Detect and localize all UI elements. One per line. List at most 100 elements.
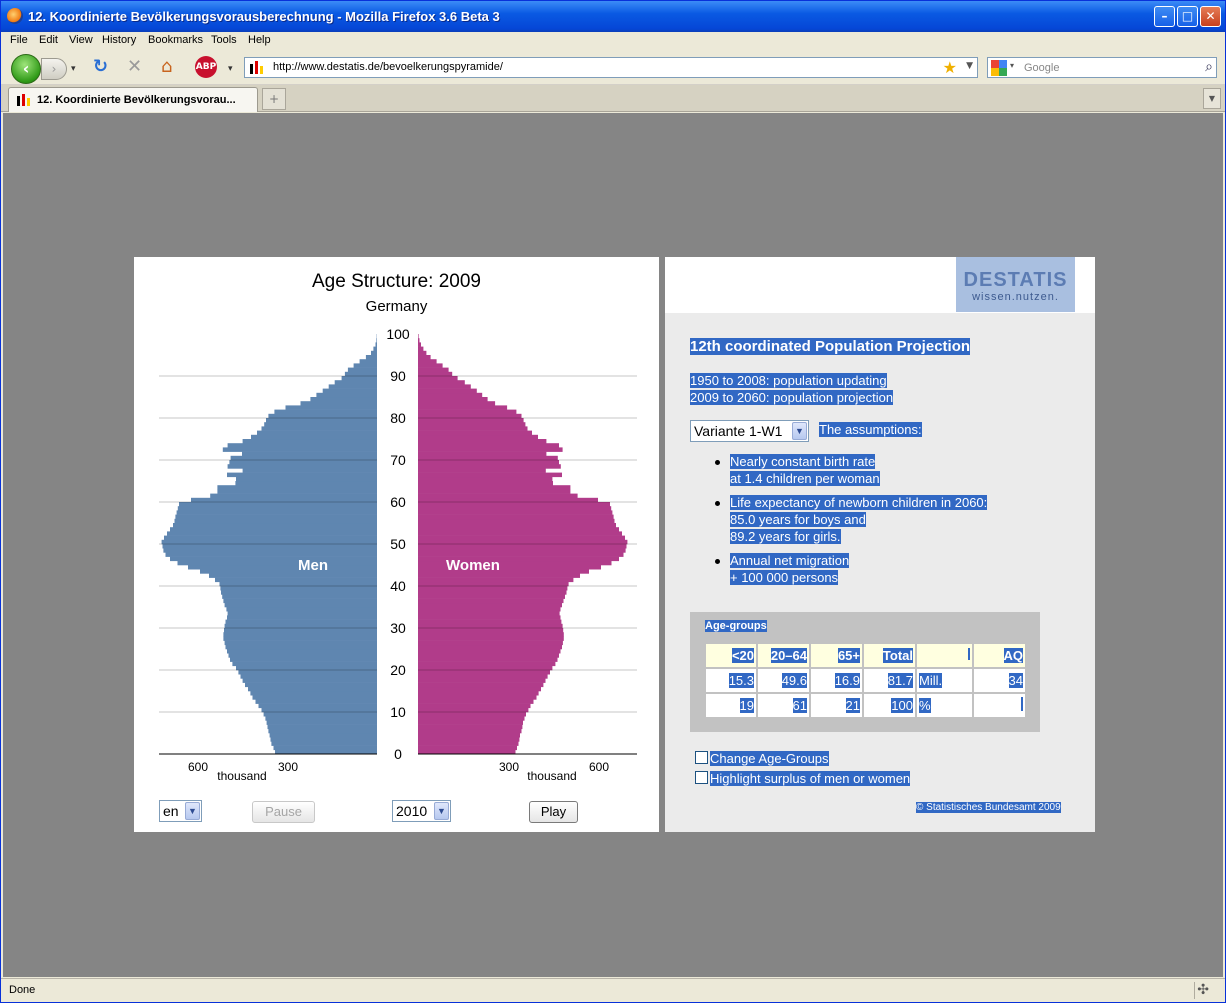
- year-select[interactable]: 2010 ▼: [392, 800, 451, 822]
- list-item: Annual net migration + 100 000 persons: [709, 552, 987, 586]
- women-bar-age-9: [418, 712, 526, 717]
- tab-list-button[interactable]: ▼: [1203, 88, 1221, 109]
- cell-aq: 34: [1008, 673, 1023, 688]
- home-icon[interactable]: ⌂: [161, 57, 172, 77]
- women-bar-age-75: [418, 434, 538, 440]
- men-bar-age-73: [227, 443, 377, 448]
- close-button[interactable]: ✕: [1200, 6, 1221, 27]
- women-bar-age-73: [418, 443, 559, 448]
- men-bar-age-57: [176, 510, 377, 515]
- search-box[interactable]: ▾ Google ⌕: [987, 57, 1217, 78]
- menu-view[interactable]: View: [69, 34, 93, 46]
- assumption-3-line-1: Annual net migration: [730, 553, 850, 568]
- tab-title[interactable]: 12. Koordinierte Bevölkerungsvorau...: [37, 94, 236, 106]
- url-dropdown-icon[interactable]: ▼: [966, 61, 973, 71]
- menu-help[interactable]: Help: [248, 34, 271, 46]
- search-engine-dropdown-icon[interactable]: ▾: [1010, 61, 1014, 70]
- menu-tools[interactable]: Tools: [211, 34, 237, 46]
- pause-button[interactable]: Pause: [252, 801, 315, 823]
- women-bar-age-72: [418, 447, 563, 452]
- change-age-groups-label[interactable]: Change Age-Groups: [710, 751, 829, 766]
- women-bar-age-42: [418, 573, 580, 578]
- men-bar-age-6: [267, 724, 377, 730]
- men-bar-age-9: [263, 712, 377, 717]
- bookmark-star-icon[interactable]: ★: [943, 58, 957, 77]
- women-bar-age-7: [418, 720, 523, 725]
- adblock-icon[interactable]: ABP: [195, 56, 217, 78]
- assumption-1-line-1: Nearly constant birth rate: [730, 454, 876, 469]
- men-bar-age-36: [223, 598, 377, 604]
- chevron-down-icon[interactable]: ▼: [185, 802, 200, 820]
- men-bar-age-68: [227, 464, 377, 469]
- menu-file[interactable]: File: [10, 34, 28, 46]
- women-bar-age-15: [418, 686, 541, 692]
- men-bar-age-22: [230, 657, 377, 662]
- menu-edit[interactable]: Edit: [39, 34, 58, 46]
- google-icon[interactable]: [991, 60, 1007, 76]
- forward-button[interactable]: ›: [41, 58, 67, 80]
- search-placeholder[interactable]: Google: [1024, 62, 1059, 74]
- women-bar-age-41: [418, 577, 574, 583]
- men-bar-age-13: [252, 695, 377, 700]
- men-bar-age-63: [217, 485, 377, 490]
- chevron-down-icon[interactable]: ▼: [792, 422, 807, 440]
- women-bar-age-31: [418, 619, 562, 625]
- women-bar-age-13: [418, 695, 537, 700]
- menu-bookmarks[interactable]: Bookmarks: [148, 34, 203, 46]
- adblock-dropdown-icon[interactable]: ▾: [228, 59, 233, 79]
- men-bar-age-15: [248, 686, 377, 692]
- women-bar-age-1: [418, 745, 517, 751]
- url-bar[interactable]: http://www.destatis.de/bevoelkerungspyra…: [244, 57, 978, 78]
- men-bar-age-93: [359, 359, 377, 364]
- extension-icon[interactable]: ✣: [1197, 982, 1209, 998]
- search-icon[interactable]: ⌕: [1205, 59, 1213, 75]
- new-tab-button[interactable]: +: [262, 88, 286, 110]
- stop-icon[interactable]: ✕: [127, 57, 142, 77]
- highlight-surplus-checkbox[interactable]: [695, 771, 708, 784]
- cell-total-pct: 100: [891, 698, 913, 713]
- men-bar-age-1: [273, 745, 377, 751]
- women-bar-age-81: [418, 409, 517, 415]
- men-bar-age-86: [322, 388, 377, 394]
- y-tick-40: 40: [390, 578, 406, 594]
- women-bar-age-78: [418, 422, 526, 427]
- women-bar-age-89: [418, 376, 458, 381]
- variant-value[interactable]: Variante 1-W1: [694, 423, 782, 439]
- title-bar: 12. Koordinierte Bevölkerungsvorausberec…: [1, 1, 1225, 32]
- women-bar-age-63: [418, 485, 571, 490]
- url-text[interactable]: http://www.destatis.de/bevoelkerungspyra…: [273, 61, 503, 73]
- chevron-down-icon[interactable]: ▼: [434, 802, 449, 820]
- women-bar-age-53: [418, 527, 619, 532]
- back-button[interactable]: ‹: [11, 54, 41, 84]
- men-bar-age-5: [268, 728, 377, 734]
- women-bar-age-11: [418, 703, 531, 709]
- women-bar-age-79: [418, 418, 524, 423]
- women-label: Women: [446, 557, 500, 574]
- reload-icon[interactable]: ↻: [93, 57, 108, 77]
- cell-65-plus-mill: 16.9: [834, 673, 860, 688]
- highlight-surplus-label[interactable]: Highlight surplus of men or women: [710, 771, 911, 786]
- change-age-groups-checkbox[interactable]: [695, 751, 708, 764]
- women-bar-age-66: [418, 472, 562, 478]
- language-select[interactable]: en ▼: [159, 800, 202, 822]
- play-button[interactable]: Play: [529, 801, 578, 823]
- minimize-button[interactable]: –: [1154, 6, 1175, 27]
- history-dropdown-icon[interactable]: ▾: [71, 59, 76, 79]
- language-value[interactable]: en: [163, 803, 179, 819]
- maximize-button[interactable]: □: [1177, 6, 1198, 27]
- year-value[interactable]: 2010: [396, 803, 427, 819]
- population-pyramid-chart: 0 10 20 30 40 50 60 70 80 90 100 600 300 300 600 t…: [159, 326, 637, 783]
- women-bar-age-83: [418, 401, 496, 406]
- men-bar-age-12: [255, 699, 377, 704]
- assumptions-label: The assumptions:: [819, 422, 922, 437]
- men-bar-age-2: [271, 741, 377, 746]
- menu-history[interactable]: History: [102, 34, 136, 46]
- women-bar-age-62: [418, 489, 571, 494]
- men-bar-age-98: [376, 338, 377, 343]
- x-tick-men-600: 600: [188, 760, 208, 774]
- info-line-1: 1950 to 2008: population updating: [690, 373, 887, 388]
- tab-active[interactable]: 12. Koordinierte Bevölkerungsvorau...: [8, 87, 258, 112]
- menu-bar: File Edit View History Bookmarks Tools H…: [1, 32, 1225, 51]
- variant-select[interactable]: Variante 1-W1 ▼: [690, 420, 809, 442]
- men-bar-age-38: [221, 590, 377, 595]
